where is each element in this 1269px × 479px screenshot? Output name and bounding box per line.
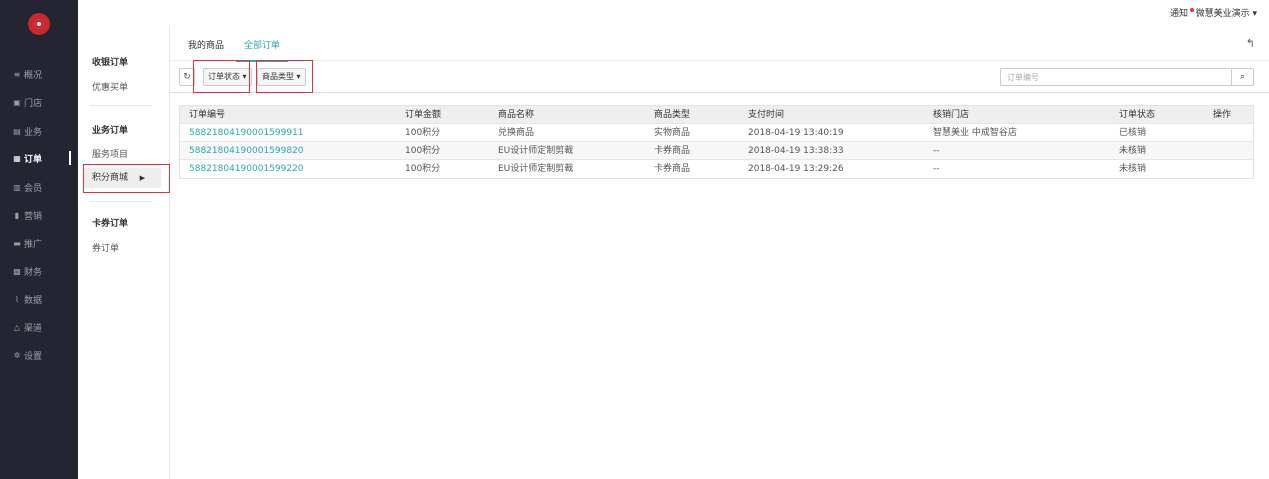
- column-header: 商品类型: [654, 110, 691, 120]
- payment-time: 2018-04-19 13:29:26: [748, 164, 844, 174]
- redeem-store: --: [933, 164, 940, 174]
- channels-icon: △: [13, 322, 21, 332]
- group-title-coupon-orders: 卡券订单: [92, 219, 129, 229]
- order-number-link[interactable]: 58821804190001599820: [189, 142, 304, 160]
- order-number-link[interactable]: 58821804190001599220: [189, 160, 304, 178]
- nav-label: 业务: [24, 127, 43, 138]
- order-status: 未核销: [1119, 146, 1147, 156]
- highlight-box: [83, 164, 170, 193]
- table-row: 58821804190001599820 100积分 EU设计师定制剪裁 卡券商…: [180, 142, 1253, 160]
- highlight-box: [256, 60, 313, 93]
- gear-icon: ✲: [13, 350, 21, 360]
- nav-item-data[interactable]: ⌇ 数据: [0, 289, 78, 309]
- promotion-icon: ▬: [13, 238, 21, 248]
- top-bar: 通知 微慧美业演示 ▾: [78, 0, 1269, 25]
- table-row: 58821804190001599220 100积分 EU设计师定制剪裁 卡券商…: [180, 160, 1253, 178]
- logo-icon[interactable]: [28, 13, 50, 35]
- column-header: 订单编号: [189, 110, 226, 120]
- redeem-store: --: [933, 146, 940, 156]
- product-type: 卡券商品: [654, 164, 691, 174]
- group-title-business-orders: 业务订单: [92, 126, 129, 136]
- table-header-row: 订单编号 订单金额 商品名称 商品类型 支付时间 核销门店 订单状态 操作: [180, 106, 1253, 124]
- nav-item-overview[interactable]: ≡ 概况: [0, 64, 78, 84]
- product-name: EU设计师定制剪裁: [498, 164, 574, 174]
- nav-label: 营销: [24, 211, 43, 222]
- tab-all-orders[interactable]: 全部订单: [235, 38, 289, 62]
- product-type: 卡券商品: [654, 146, 691, 156]
- nav-item-business[interactable]: ▤ 业务: [0, 121, 78, 141]
- filter-bar: ↻ 订单状态 ▾ 商品类型 ▾ ⌕: [170, 61, 1269, 93]
- notification-dot-icon: [1190, 8, 1194, 12]
- redeem-store: 智慧美业 中成智谷店: [933, 128, 1017, 138]
- nav-label: 会员: [24, 183, 43, 194]
- divider: [90, 201, 152, 202]
- tab-my-products[interactable]: 我的商品: [188, 38, 224, 51]
- sidebar-item-discount-pay[interactable]: 优惠买单: [92, 80, 128, 93]
- column-header: 核销门店: [933, 110, 970, 120]
- nav-label: 渠道: [24, 323, 43, 334]
- order-status: 未核销: [1119, 164, 1147, 174]
- payment-time: 2018-04-19 13:38:33: [748, 146, 844, 156]
- order-amount: 100积分: [405, 146, 441, 156]
- nav-item-orders[interactable]: ▦ 订单: [0, 148, 78, 168]
- divider: [90, 105, 152, 106]
- notification-link[interactable]: 通知: [1170, 6, 1194, 19]
- nav-item-promotion[interactable]: ▬ 推广: [0, 233, 78, 253]
- finance-icon: ▩: [13, 266, 21, 276]
- nav-item-settings[interactable]: ✲ 设置: [0, 345, 78, 365]
- orders-icon: ▦: [13, 153, 21, 163]
- order-number-search-input[interactable]: [1000, 68, 1232, 86]
- nav-item-channels[interactable]: △ 渠道: [0, 317, 78, 337]
- sidebar-item-coupon-orders[interactable]: 券订单: [92, 241, 119, 254]
- tab-bar: 我的商品 全部订单 ↰: [170, 25, 1269, 62]
- payment-time: 2018-04-19 13:40:19: [748, 128, 844, 138]
- column-header: 支付时间: [748, 110, 785, 120]
- column-header: 订单状态: [1119, 110, 1156, 120]
- order-amount: 100积分: [405, 128, 441, 138]
- search-button[interactable]: ⌕: [1232, 68, 1254, 86]
- store-icon: ▣: [13, 97, 21, 107]
- nav-label: 订单: [24, 154, 43, 165]
- nav-label: 财务: [24, 267, 43, 278]
- nav-label: 数据: [24, 295, 43, 306]
- overview-icon: ≡: [13, 69, 21, 79]
- sidebar-item-service-items[interactable]: 服务项目: [92, 147, 128, 160]
- back-arrow-icon[interactable]: ↰: [1246, 37, 1255, 50]
- column-header: 订单金额: [405, 110, 442, 120]
- table-row: 58821804190001599911 100积分 兑换商品 实物商品 201…: [180, 124, 1253, 142]
- members-icon: ▥: [13, 182, 21, 192]
- order-number-link[interactable]: 58821804190001599911: [189, 124, 304, 142]
- secondary-sidebar: 收银订单 优惠买单 业务订单 服务项目 积分商城 ▶ 卡券订单 券订单: [78, 25, 170, 479]
- highlight-box: [193, 60, 250, 93]
- data-icon: ⌇: [15, 294, 19, 304]
- column-header: 操作: [1213, 110, 1232, 120]
- nav-item-stores[interactable]: ▣ 门店: [0, 92, 78, 112]
- nav-item-marketing[interactable]: ▮ 营销: [0, 205, 78, 225]
- notification-label: 通知: [1169, 9, 1188, 19]
- nav-label: 概况: [24, 70, 43, 81]
- product-name: EU设计师定制剪裁: [498, 146, 574, 156]
- search-icon: ⌕: [1239, 72, 1246, 82]
- order-status: 已核销: [1119, 128, 1147, 138]
- orders-table: 订单编号 订单金额 商品名称 商品类型 支付时间 核销门店 订单状态 操作 58…: [179, 105, 1254, 179]
- business-icon: ▤: [13, 126, 21, 136]
- main-panel: 我的商品 全部订单 ↰ ↻ 订单状态 ▾ 商品类型 ▾ ⌕ 订单编号 订单金额 …: [170, 25, 1269, 479]
- nav-label: 推广: [24, 239, 43, 250]
- nav-item-finance[interactable]: ▩ 财务: [0, 261, 78, 281]
- column-header: 商品名称: [498, 110, 535, 120]
- marketing-icon: ▮: [14, 210, 20, 220]
- user-menu[interactable]: 微慧美业演示 ▾: [1196, 6, 1257, 19]
- nav-item-members[interactable]: ▥ 会员: [0, 177, 78, 197]
- order-amount: 100积分: [405, 164, 441, 174]
- group-title-cashier-orders: 收银订单: [92, 58, 129, 68]
- nav-label: 门店: [24, 98, 43, 109]
- nav-label: 设置: [24, 351, 43, 362]
- main-sidebar: ≡ 概况 ▣ 门店 ▤ 业务 ▦ 订单 ▥ 会员 ▮ 营销 ▬ 推广 ▩ 财务 ⌇ 数据 △ 渠道 …: [0, 0, 78, 479]
- product-type: 实物商品: [654, 128, 691, 138]
- product-name: 兑换商品: [498, 128, 535, 138]
